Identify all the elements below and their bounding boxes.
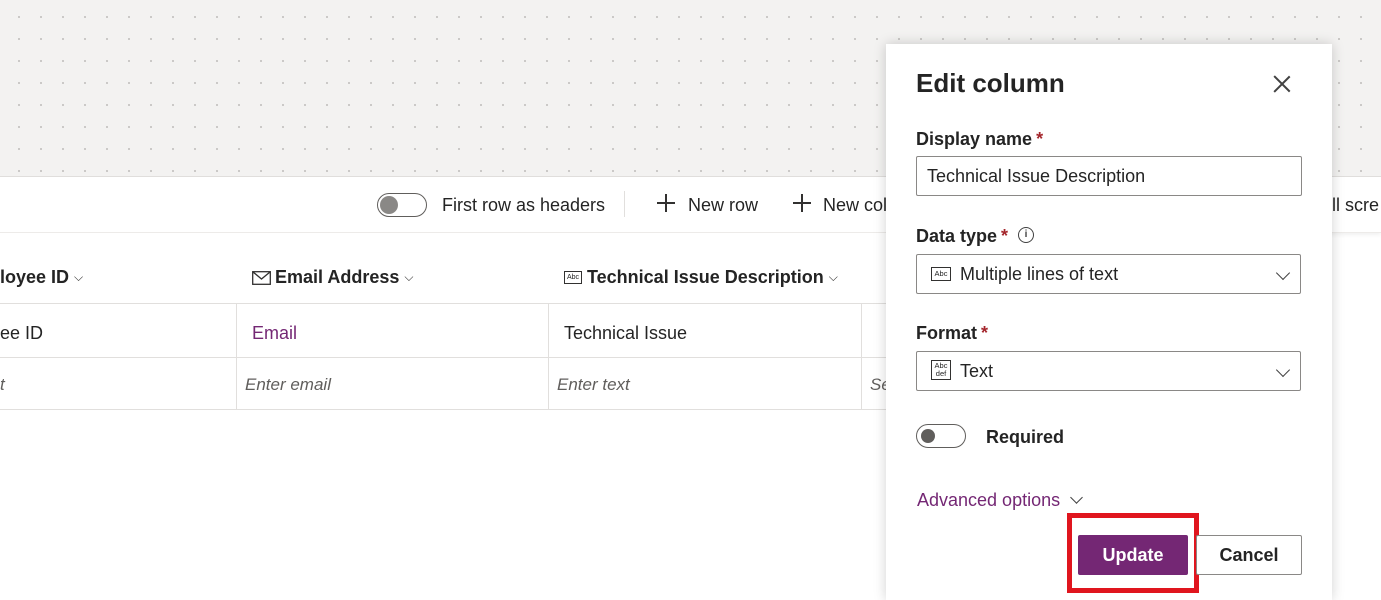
advanced-options-label: Advanced options xyxy=(917,490,1061,510)
table-cell[interactable]: ee ID xyxy=(0,323,43,344)
column-header-label: Email Address xyxy=(275,267,400,287)
update-button[interactable]: Update xyxy=(1078,535,1188,575)
data-type-label: Data type * xyxy=(916,226,1008,247)
column-header-technical-issue-description[interactable]: Abc Technical Issue Description ⌵ xyxy=(564,267,838,288)
table-cell-placeholder[interactable]: Enter email xyxy=(245,375,331,395)
data-type-select[interactable]: Abc Multiple lines of text xyxy=(916,254,1301,294)
first-row-headers-label: First row as headers xyxy=(442,195,606,215)
display-name-label-text: Display name xyxy=(916,129,1033,149)
table-cell[interactable]: Technical Issue xyxy=(564,323,687,344)
text-format-icon: Abc def xyxy=(931,360,951,380)
data-grid: loyee ID ⌵ Email Address ⌵ Abc Technical… xyxy=(0,233,891,600)
format-value: Text xyxy=(960,361,994,381)
info-icon[interactable]: i xyxy=(1018,227,1034,243)
new-column-button[interactable]: New col xyxy=(823,195,887,216)
required-asterisk: * xyxy=(1036,129,1044,149)
chevron-down-icon: ⌵ xyxy=(828,270,838,284)
column-divider xyxy=(861,303,862,410)
mail-icon xyxy=(252,271,271,285)
row-divider xyxy=(0,409,886,410)
table-cell-placeholder[interactable]: Enter text xyxy=(557,375,630,395)
edit-column-panel: Edit column Display name * Technical Issu… xyxy=(886,44,1332,600)
row-divider xyxy=(0,357,886,358)
table-cell-placeholder[interactable]: t xyxy=(0,375,5,395)
plus-icon[interactable] xyxy=(792,193,812,213)
required-toggle[interactable] xyxy=(916,424,966,448)
data-type-value: Multiple lines of text xyxy=(960,264,1119,284)
row-divider xyxy=(0,303,886,304)
chevron-down-icon xyxy=(1275,362,1291,378)
first-row-headers-toggle[interactable] xyxy=(377,193,427,217)
column-header-employee-id[interactable]: loyee ID ⌵ xyxy=(0,267,83,288)
advanced-options-toggle[interactable]: Advanced options xyxy=(917,490,1083,511)
required-label: Required xyxy=(986,427,1065,447)
chevron-down-icon: ⌵ xyxy=(404,270,414,284)
format-label: Format * xyxy=(916,323,988,344)
column-divider xyxy=(548,303,549,410)
toggle-knob xyxy=(380,196,398,214)
panel-pointer xyxy=(875,268,886,288)
display-name-input[interactable]: Technical Issue Description xyxy=(916,156,1302,196)
column-header-label: Technical Issue Description xyxy=(587,267,824,287)
required-asterisk: * xyxy=(981,323,989,343)
chevron-down-icon xyxy=(1070,491,1083,504)
text-type-icon: Abc xyxy=(931,267,951,281)
format-label-text: Format xyxy=(916,323,978,343)
format-select[interactable]: Abc def Text xyxy=(916,351,1301,391)
text-type-icon: Abc xyxy=(564,271,582,284)
toggle-knob xyxy=(921,429,935,443)
cancel-button[interactable]: Cancel xyxy=(1196,535,1302,575)
plus-icon[interactable] xyxy=(656,193,676,213)
table-cell[interactable]: Email xyxy=(252,323,297,344)
required-asterisk: * xyxy=(1001,226,1009,246)
close-icon[interactable] xyxy=(1270,72,1294,96)
column-header-email-address[interactable]: Email Address ⌵ xyxy=(252,267,414,288)
display-name-label: Display name * xyxy=(916,129,1043,150)
new-row-button[interactable]: New row xyxy=(688,195,758,216)
data-type-label-text: Data type xyxy=(916,226,998,246)
toolbar-divider xyxy=(624,191,625,217)
column-divider xyxy=(236,303,237,410)
chevron-down-icon xyxy=(1275,265,1291,281)
chevron-down-icon: ⌵ xyxy=(74,270,84,284)
panel-title: Edit column xyxy=(916,68,1065,98)
column-header-label: loyee ID xyxy=(0,267,70,287)
